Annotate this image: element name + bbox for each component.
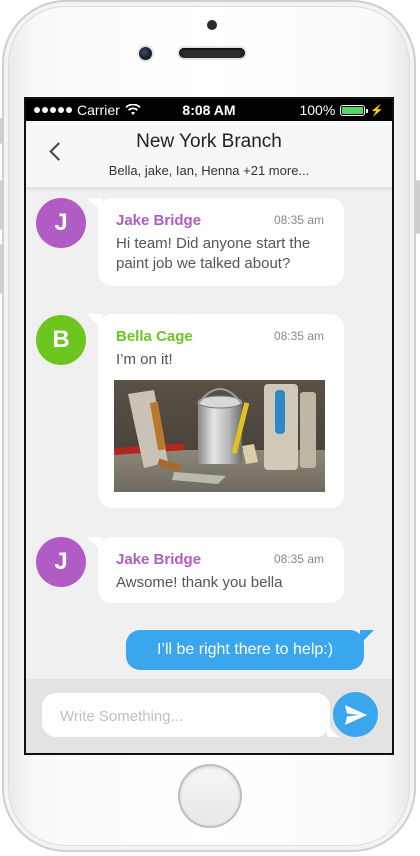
chat-title: New York Branch: [136, 131, 282, 152]
message-bubble: Jake Bridge 08:35 am Awsome! thank you b…: [86, 537, 344, 603]
paper-plane-icon: [344, 704, 367, 725]
message-time: 08:35 am: [273, 552, 324, 566]
volume-up-button: [0, 180, 4, 230]
screen: Carrier 8:08 AM 100% ⚡ New York Branch B…: [24, 97, 394, 755]
chat-header: New York Branch Bella, jake, Ian, Henna …: [26, 121, 392, 187]
front-camera: [139, 47, 152, 60]
home-button[interactable]: [180, 766, 240, 826]
message-bubble: Bella Cage 08:35 am I’m on it!: [86, 314, 344, 508]
composer: [26, 679, 392, 753]
earpiece-speaker: [179, 48, 245, 58]
outgoing-message: I’ll be right there to help:): [126, 630, 374, 670]
avatar[interactable]: B: [36, 315, 86, 365]
message-input-wrapper: [42, 693, 339, 739]
message-text: I’m on it!: [116, 351, 173, 368]
power-button: [416, 180, 420, 234]
volume-down-button: [0, 244, 4, 294]
chat-screen: Carrier 8:08 AM 100% ⚡ New York Branch B…: [26, 99, 392, 753]
avatar[interactable]: J: [36, 198, 86, 248]
charging-bolt-icon: ⚡: [370, 104, 384, 117]
sender-name: Bella Cage: [116, 328, 193, 345]
sender-name: Jake Bridge: [116, 212, 202, 229]
mute-switch: [0, 118, 4, 144]
chat-members[interactable]: Bella, jake, Ian, Henna +21 more...: [26, 163, 392, 178]
status-bar: Carrier 8:08 AM 100% ⚡: [26, 99, 392, 121]
photo-attachment[interactable]: [114, 380, 325, 492]
message-time: 08:35 am: [273, 329, 324, 343]
outgoing-text: I’ll be right there to help:): [156, 641, 334, 658]
message-input[interactable]: [58, 693, 312, 739]
avatar[interactable]: J: [36, 537, 86, 587]
battery-icon: [340, 104, 369, 116]
sender-name: Jake Bridge: [116, 551, 202, 568]
message-bubble: Jake Bridge 08:35 am Hi team! Did anyone…: [86, 198, 344, 286]
message-time: 08:35 am: [273, 213, 324, 227]
battery-percent: 100%: [299, 102, 336, 118]
message-text: Awsome! thank you bella: [116, 574, 283, 591]
send-button[interactable]: [333, 692, 378, 737]
message-text: Hi team! Did anyone start the paint job …: [116, 235, 311, 272]
proximity-sensor: [207, 20, 217, 30]
